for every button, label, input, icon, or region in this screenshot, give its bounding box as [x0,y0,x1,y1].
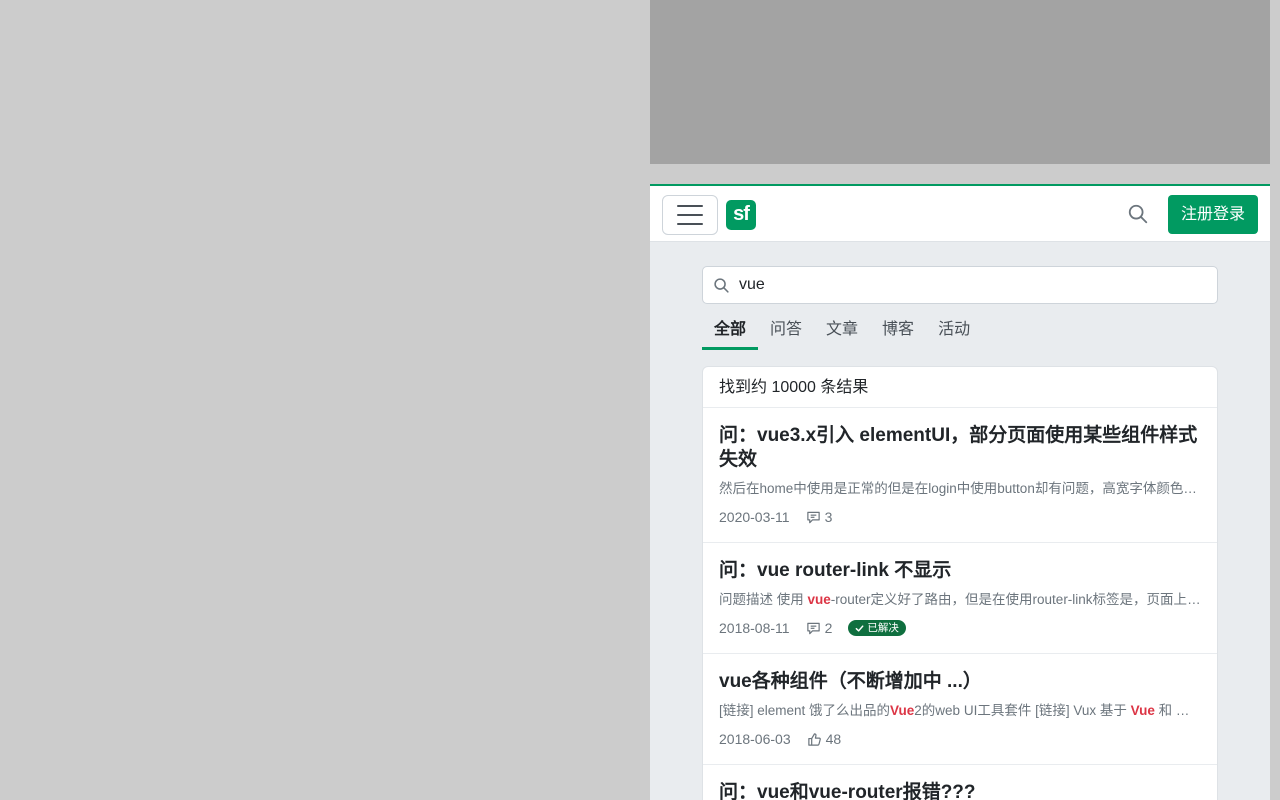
result-date: 2020-03-11 [719,509,790,525]
excerpt-highlight: Vue [1130,703,1155,718]
signup-login-button[interactable]: 注册登录 [1168,195,1258,234]
like-count: 48 [807,731,842,747]
result-title[interactable]: 问：vue3.x引入 elementUI，部分页面使用某些组件样式失效 [719,424,1201,472]
tab-questions[interactable]: 问答 [758,312,814,350]
result-item: 问：vue和vue-router报错??? [703,765,1217,800]
search-input[interactable] [739,267,1209,303]
comment-icon [806,622,820,634]
excerpt-highlight: Vue [890,703,915,718]
result-date: 2018-08-11 [719,620,790,636]
result-item: 问：vue3.x引入 elementUI，部分页面使用某些组件样式失效 然后在h… [703,408,1217,543]
search-tabs: 全部 问答 文章 博客 活动 [702,312,982,350]
check-icon [856,624,864,632]
comment-count: 2 [806,620,833,636]
result-title[interactable]: 问：vue和vue-router报错??? [719,781,1201,800]
excerpt-text: -router定义好了路由，但是在使用router-link标签是，页面上不显示 [830,592,1201,607]
menu-bar [677,205,703,207]
menu-bar [677,223,703,225]
comment-icon [806,511,820,523]
hamburger-menu-button[interactable] [662,195,718,235]
thumbs-up-icon [807,732,821,746]
ad-gap [650,164,1270,184]
like-count-value: 48 [825,731,842,747]
results-count: 找到约 10000 条结果 [703,367,1217,408]
excerpt-highlight: vue [807,592,831,607]
result-meta: 2020-03-11 3 [719,506,1201,528]
result-title[interactable]: 问：vue router-link 不显示 [719,559,1201,583]
result-item: 问：vue router-link 不显示 问题描述 使用 vue-router… [703,543,1217,654]
search-icon [714,278,729,293]
ad-banner[interactable] [650,0,1270,164]
tab-events[interactable]: 活动 [926,312,982,350]
results-panel: 找到约 10000 条结果 问：vue3.x引入 elementUI，部分页面使… [702,366,1218,800]
tab-articles[interactable]: 文章 [814,312,870,350]
tab-all[interactable]: 全部 [702,312,759,350]
result-item: vue各种组件（不断增加中 ...） [链接] element 饿了么出品的Vu… [703,654,1217,765]
excerpt-text: 问题描述 使用 [719,592,808,607]
search-box [702,266,1218,304]
excerpt-text: [链接] element 饿了么出品的 [719,703,891,718]
result-excerpt: 问题描述 使用 vue-router定义好了路由，但是在使用router-lin… [719,591,1201,609]
comment-count-value: 3 [824,509,833,525]
excerpt-text: 2的web UI工具套件 [链接] Vux 基于 [914,703,1131,718]
result-excerpt: [链接] element 饿了么出品的Vue2的web UI工具套件 [链接] … [719,702,1201,720]
excerpt-text: 和 WeUI 的组件库 [1158,703,1201,718]
search-icon[interactable] [1127,203,1149,225]
solved-label: 已解决 [867,622,899,634]
result-meta: 2018-06-03 48 [719,728,1201,750]
result-date: 2018-06-03 [719,731,791,747]
solved-badge: 已解决 [848,620,906,636]
result-title[interactable]: vue各种组件（不断增加中 ...） [719,670,1201,694]
comment-count-value: 2 [824,620,833,636]
tab-blogs[interactable]: 博客 [870,312,926,350]
mobile-viewport: sf 注册登录 全部 问答 文章 博客 活动 找到约 10000 条结果 问：v… [650,0,1270,800]
sf-logo[interactable]: sf [726,200,756,230]
comment-count: 3 [806,509,833,525]
menu-bar [677,214,703,216]
result-meta: 2018-08-11 2 已解决 [719,617,1201,639]
result-excerpt: 然后在home中使用是正常的但是在login中使用button却有问题，高宽字体… [719,481,1201,496]
navbar: sf 注册登录 [650,184,1270,242]
